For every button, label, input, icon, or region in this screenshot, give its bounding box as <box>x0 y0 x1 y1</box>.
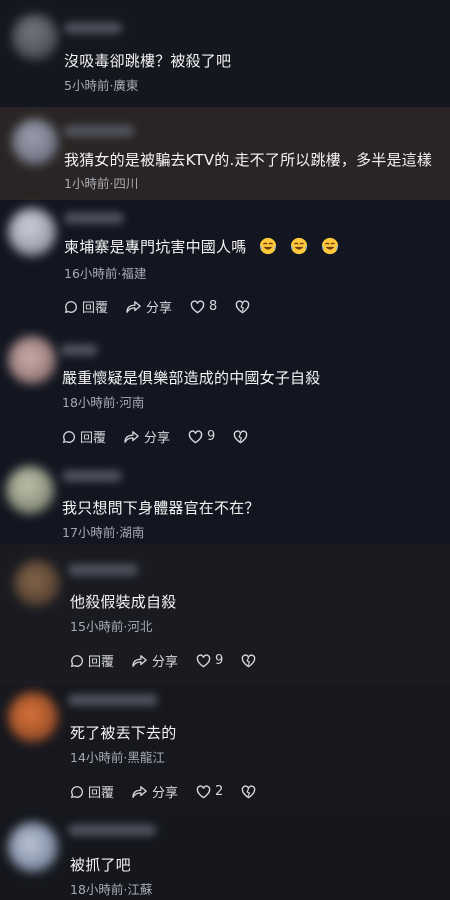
reply-button[interactable]: 回覆 <box>70 651 114 670</box>
heart-icon <box>188 429 203 443</box>
username[interactable] <box>64 212 124 224</box>
share-button[interactable]: 分享 <box>124 427 170 446</box>
laughing-crying-emoji-icon <box>322 237 339 255</box>
comment-text: 沒吸毒卻跳樓？被殺了吧 <box>64 52 232 70</box>
like-count: 8 <box>209 299 218 314</box>
like-count: 9 <box>207 429 216 444</box>
username[interactable] <box>62 470 122 482</box>
reply-label: 回覆 <box>88 786 115 801</box>
dislike-button[interactable] <box>241 784 260 799</box>
laughing-crying-emoji-icon <box>291 237 308 255</box>
comment-actions: 回覆 分享 8 <box>64 297 272 316</box>
comment-text: 死了被丟下去的 <box>70 724 177 742</box>
like-button[interactable]: 9 <box>196 653 223 668</box>
heart-icon <box>196 784 211 798</box>
broken-heart-icon <box>242 784 256 798</box>
comment-list: 沒吸毒卻跳樓？被殺了吧 5小時前·廣東 我猜女的是被騙去KTV的.走不了所以跳樓… <box>0 0 450 900</box>
avatar[interactable] <box>8 336 56 384</box>
dislike-button[interactable] <box>235 299 254 314</box>
username[interactable] <box>68 824 156 836</box>
share-label: 分享 <box>152 655 179 670</box>
username[interactable] <box>68 694 158 706</box>
reply-button[interactable]: 回覆 <box>62 427 106 446</box>
comment-text-content: 柬埔寨是專門坑害中國人嗎 <box>64 238 247 256</box>
comment-text: 嚴重懷疑是俱樂部造成的中國女子自殺 <box>62 369 321 387</box>
broken-heart-icon <box>242 653 256 667</box>
share-arrow-icon <box>132 654 147 667</box>
broken-heart-icon <box>234 429 248 443</box>
comment-meta: 18小時前·河南 <box>62 395 145 410</box>
reply-button[interactable]: 回覆 <box>70 782 114 801</box>
comment-actions: 回覆 分享 2 <box>70 782 278 801</box>
share-label: 分享 <box>146 301 173 316</box>
comment-item[interactable]: 死了被丟下去的 14小時前·黑龍江 回覆 分享 2 <box>0 684 450 814</box>
laughing-crying-emoji-icon <box>260 237 277 255</box>
comment-item[interactable]: 嚴重懷疑是俱樂部造成的中國女子自殺 18小時前·河南 回覆 分享 9 <box>0 330 450 460</box>
avatar[interactable] <box>12 119 58 165</box>
like-count: 2 <box>215 784 224 799</box>
comment-text: 被抓了吧 <box>70 856 131 874</box>
comment-meta: 1小時前·四川 <box>64 176 139 191</box>
avatar[interactable] <box>12 14 58 60</box>
comment-item[interactable]: 我只想問下身體器官在不在？ 17小時前·湖南 <box>0 460 450 544</box>
comment-meta: 14小時前·黑龍江 <box>70 750 165 765</box>
like-button[interactable]: 2 <box>196 784 223 799</box>
share-button[interactable]: 分享 <box>126 297 172 316</box>
comment-item[interactable]: 柬埔寨是專門坑害中國人嗎 16小時前·福建 回覆 分享 8 <box>0 200 450 330</box>
username[interactable] <box>64 22 122 34</box>
share-arrow-icon <box>124 430 139 443</box>
dislike-button[interactable] <box>233 429 252 444</box>
comment-meta: 18小時前·江蘇 <box>70 882 153 897</box>
comment-text: 我只想問下身體器官在不在？ <box>62 499 260 517</box>
comment-actions: 回覆 分享 9 <box>62 427 270 446</box>
like-button[interactable]: 9 <box>188 429 215 444</box>
reply-bubble-icon <box>70 785 83 798</box>
comment-meta: 5小時前·廣東 <box>64 78 139 93</box>
reply-bubble-icon <box>64 300 77 313</box>
reply-button[interactable]: 回覆 <box>64 297 108 316</box>
comment-meta: 17小時前·湖南 <box>62 525 145 540</box>
comment-item[interactable]: 他殺假裝成自殺 15小時前·河北 回覆 分享 9 <box>0 544 450 684</box>
like-button[interactable]: 8 <box>190 299 217 314</box>
avatar[interactable] <box>6 466 54 514</box>
comment-text: 我猜女的是被騙去KTV的.走不了所以跳樓，多半是這樣 <box>64 151 433 169</box>
avatar[interactable] <box>8 208 56 256</box>
reply-label: 回覆 <box>80 431 107 446</box>
comment-text: 柬埔寨是專門坑害中國人嗎 <box>64 236 339 257</box>
like-count: 9 <box>215 653 224 668</box>
share-arrow-icon <box>132 785 147 798</box>
reply-bubble-icon <box>62 430 75 443</box>
avatar[interactable] <box>14 560 60 606</box>
heart-icon <box>196 653 211 667</box>
comment-meta: 15小時前·河北 <box>70 619 153 634</box>
avatar[interactable] <box>8 692 58 742</box>
username[interactable] <box>64 125 134 137</box>
reply-label: 回覆 <box>88 655 115 670</box>
username[interactable] <box>68 564 138 576</box>
share-arrow-icon <box>126 300 141 313</box>
reply-label: 回覆 <box>82 301 109 316</box>
username[interactable] <box>60 344 98 356</box>
comment-actions: 回覆 分享 9 <box>70 651 278 670</box>
comment-item[interactable]: 被抓了吧 18小時前·江蘇 <box>0 814 450 900</box>
heart-icon <box>190 299 205 313</box>
share-label: 分享 <box>152 786 179 801</box>
comment-item-highlighted[interactable]: 我猜女的是被騙去KTV的.走不了所以跳樓，多半是這樣 1小時前·四川 <box>0 107 450 200</box>
share-button[interactable]: 分享 <box>132 651 178 670</box>
dislike-button[interactable] <box>241 653 260 668</box>
avatar[interactable] <box>8 822 58 872</box>
comment-text: 他殺假裝成自殺 <box>70 593 177 611</box>
comment-item[interactable]: 沒吸毒卻跳樓？被殺了吧 5小時前·廣東 <box>0 0 450 105</box>
reply-bubble-icon <box>70 654 83 667</box>
broken-heart-icon <box>236 299 250 313</box>
comment-meta: 16小時前·福建 <box>64 266 147 281</box>
share-label: 分享 <box>144 431 171 446</box>
share-button[interactable]: 分享 <box>132 782 178 801</box>
